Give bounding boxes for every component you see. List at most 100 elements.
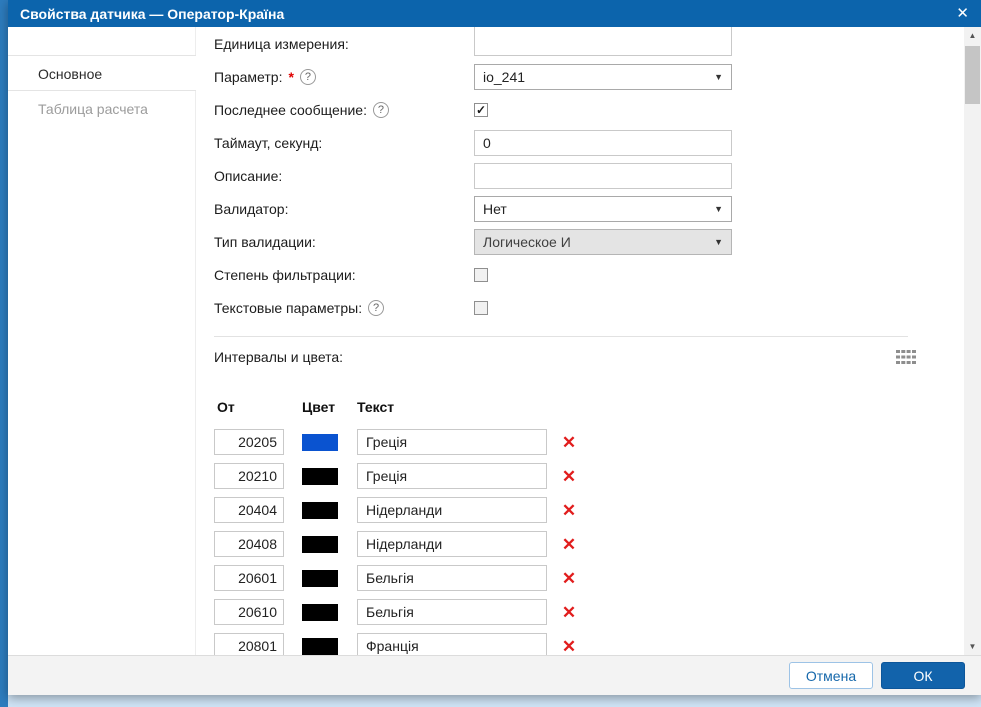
last-message-label: Последнее сообщение: ? (214, 102, 474, 118)
text-params-checkbox[interactable]: ✓ (474, 301, 488, 315)
intervals-grid-icon[interactable] (896, 350, 916, 365)
dialog-footer: Отмена ОК (8, 655, 981, 695)
filtration-label: Степень фильтрации: (214, 267, 474, 283)
validation-type-selected-value: Логическое И (483, 234, 571, 250)
scroll-up-icon[interactable]: ▲ (964, 27, 981, 44)
form-row-timeout: Таймаут, секунд: (214, 126, 964, 159)
interval-row: ✕ (214, 633, 964, 655)
filtration-label-text: Степень фильтрации: (214, 267, 356, 283)
help-icon[interactable]: ? (368, 300, 384, 316)
interval-color-swatch[interactable] (302, 468, 338, 485)
cancel-button[interactable]: Отмена (789, 662, 873, 689)
intervals-header: От Цвет Текст (214, 397, 964, 417)
interval-color-swatch[interactable] (302, 502, 338, 519)
interval-text-input[interactable] (357, 599, 547, 625)
delete-interval-icon[interactable]: ✕ (560, 502, 578, 519)
grid-icon-svg (896, 350, 916, 365)
interval-row: ✕ (214, 463, 964, 489)
close-icon[interactable]: ✕ (956, 6, 969, 21)
interval-text-input[interactable] (357, 429, 547, 455)
chevron-down-icon: ▼ (714, 72, 723, 82)
interval-from-input[interactable] (214, 565, 284, 591)
interval-text-input[interactable] (357, 463, 547, 489)
column-from: От (214, 399, 302, 415)
interval-from-input[interactable] (214, 463, 284, 489)
interval-row: ✕ (214, 599, 964, 625)
interval-text-input[interactable] (357, 565, 547, 591)
delete-interval-icon[interactable]: ✕ (560, 570, 578, 587)
description-label-text: Описание: (214, 168, 282, 184)
delete-interval-icon[interactable]: ✕ (560, 468, 578, 485)
interval-text-input[interactable] (357, 497, 547, 523)
description-input[interactable] (474, 163, 732, 189)
tab-calc-table[interactable]: Таблица расчета (8, 91, 195, 127)
validator-select[interactable]: Нет ▼ (474, 196, 732, 222)
interval-row: ✕ (214, 531, 964, 557)
column-text: Текст (357, 399, 394, 415)
validation-type-label: Тип валидации: (214, 234, 474, 250)
interval-row: ✕ (214, 565, 964, 591)
parameter-selected-value: io_241 (483, 69, 525, 85)
unit-label: Единица измерения: (214, 36, 474, 52)
timeout-input[interactable] (474, 130, 732, 156)
help-glyph: ? (378, 104, 384, 116)
tab-main[interactable]: Основное (8, 55, 196, 91)
timeout-label: Таймаут, секунд: (214, 135, 474, 151)
validator-label: Валидатор: (214, 201, 474, 217)
dialog-body: Основное Таблица расчета Единица измерен… (8, 27, 981, 655)
filtration-checkbox[interactable]: ✓ (474, 268, 488, 282)
dialog-title: Свойства датчика — Оператор-Країна (20, 6, 284, 22)
interval-color-swatch[interactable] (302, 570, 338, 587)
interval-color-swatch[interactable] (302, 536, 338, 553)
required-asterisk: * (288, 69, 293, 85)
delete-interval-icon[interactable]: ✕ (560, 434, 578, 451)
dialog-titlebar: Свойства датчика — Оператор-Країна ✕ (8, 0, 981, 27)
unit-input[interactable] (474, 27, 732, 56)
interval-color-swatch[interactable] (302, 638, 338, 655)
window-edge (0, 0, 8, 707)
page-background: Свойства датчика — Оператор-Країна ✕ Осн… (0, 0, 981, 707)
interval-text-input[interactable] (357, 531, 547, 557)
vertical-scrollbar[interactable]: ▲ ▼ (964, 27, 981, 655)
help-icon[interactable]: ? (300, 69, 316, 85)
form-row-description: Описание: (214, 159, 964, 192)
chevron-down-icon: ▼ (714, 237, 723, 247)
intervals-rows: ✕ ✕ ✕ ✕ ✕ ✕ ✕ (214, 429, 964, 655)
check-icon: ✓ (476, 104, 486, 116)
interval-from-input[interactable] (214, 429, 284, 455)
help-glyph: ? (373, 302, 379, 314)
help-icon[interactable]: ? (373, 102, 389, 118)
delete-interval-icon[interactable]: ✕ (560, 638, 578, 655)
sensor-properties-dialog: Свойства датчика — Оператор-Країна ✕ Осн… (8, 0, 981, 695)
interval-from-input[interactable] (214, 531, 284, 557)
delete-interval-icon[interactable]: ✕ (560, 536, 578, 553)
timeout-label-text: Таймаут, секунд: (214, 135, 322, 151)
interval-from-input[interactable] (214, 497, 284, 523)
validation-type-label-text: Тип валидации: (214, 234, 316, 250)
parameter-select[interactable]: io_241 ▼ (474, 64, 732, 90)
ok-button[interactable]: ОК (881, 662, 965, 689)
column-color: Цвет (302, 399, 357, 415)
scrollbar-thumb[interactable] (965, 46, 980, 104)
text-params-label: Текстовые параметры: ? (214, 300, 474, 316)
tabs-sidebar: Основное Таблица расчета (8, 27, 196, 655)
last-message-checkbox[interactable]: ✓ (474, 103, 488, 117)
interval-color-swatch[interactable] (302, 604, 338, 621)
form-row-filtration: Степень фильтрации: ✓ (214, 258, 964, 291)
delete-interval-icon[interactable]: ✕ (560, 604, 578, 621)
intervals-section-header: Интервалы и цвета: (214, 347, 964, 367)
interval-text-input[interactable] (357, 633, 547, 655)
interval-from-input[interactable] (214, 599, 284, 625)
form-row-parameter: Параметр: * ? io_241 ▼ (214, 60, 964, 93)
unit-label-text: Единица измерения: (214, 36, 349, 52)
form-row-unit: Единица измерения: (214, 27, 964, 60)
last-message-label-text: Последнее сообщение: (214, 102, 367, 118)
section-divider (214, 336, 908, 337)
form-row-validation-type: Тип валидации: Логическое И ▼ (214, 225, 964, 258)
intervals-title: Интервалы и цвета: (214, 349, 343, 365)
interval-color-swatch[interactable] (302, 434, 338, 451)
description-label: Описание: (214, 168, 474, 184)
scroll-down-icon[interactable]: ▼ (964, 638, 981, 655)
form-row-validator: Валидатор: Нет ▼ (214, 192, 964, 225)
interval-from-input[interactable] (214, 633, 284, 655)
